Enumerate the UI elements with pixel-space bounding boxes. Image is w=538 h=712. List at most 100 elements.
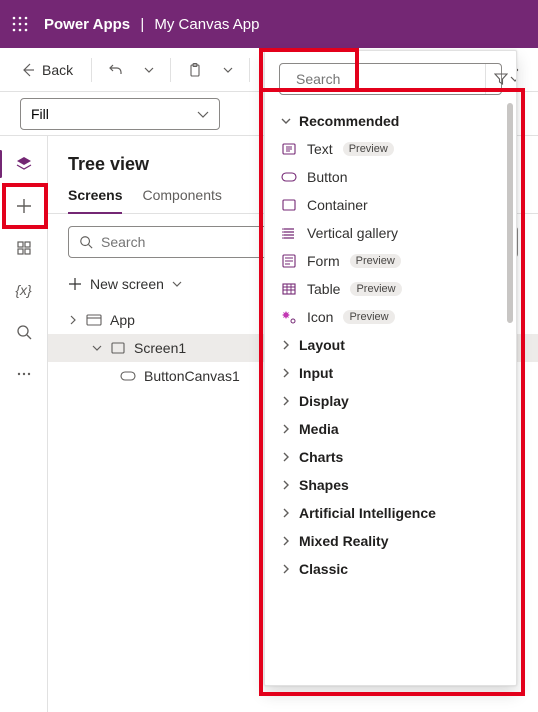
insert-search-input[interactable]	[296, 71, 477, 87]
insert-item-button[interactable]: Button	[265, 163, 516, 191]
form-icon	[281, 253, 297, 269]
category-label: Classic	[299, 561, 348, 577]
divider	[249, 58, 250, 82]
chevron-down-icon	[172, 279, 182, 289]
category-display[interactable]: Display	[265, 387, 516, 415]
category-ai[interactable]: Artificial Intelligence	[265, 499, 516, 527]
category-label: Mixed Reality	[299, 533, 388, 549]
insert-item-label: Vertical gallery	[307, 225, 398, 241]
category-charts[interactable]: Charts	[265, 443, 516, 471]
scrollbar[interactable]	[507, 103, 513, 323]
rail-variables[interactable]: {x}	[4, 270, 44, 310]
property-selector[interactable]: Fill	[20, 98, 220, 130]
chevron-right-icon	[281, 536, 291, 546]
button-icon	[120, 371, 136, 381]
category-label: Artificial Intelligence	[299, 505, 436, 521]
filter-icon	[494, 72, 508, 86]
insert-item-label: Icon	[307, 309, 333, 325]
back-button[interactable]: Back	[12, 56, 81, 84]
rail-search[interactable]	[4, 312, 44, 352]
header-title: Power Apps | My Canvas App	[44, 16, 259, 33]
chevron-right-icon	[281, 480, 291, 490]
insert-item-label: Container	[307, 197, 368, 213]
chevron-down-icon	[281, 116, 291, 126]
chevron-down-icon	[510, 74, 517, 84]
chevron-right-icon	[281, 564, 291, 574]
button-icon	[281, 169, 297, 185]
plus-icon	[68, 277, 82, 291]
search-icon	[16, 324, 32, 340]
insert-search[interactable]	[279, 63, 502, 95]
arrow-left-icon	[20, 62, 36, 78]
insert-item-label: Form	[307, 253, 340, 269]
category-input[interactable]: Input	[265, 359, 516, 387]
property-label: Fill	[31, 106, 49, 122]
tree-item-label: Screen1	[134, 340, 186, 356]
chevron-right-icon	[281, 368, 291, 378]
category-label: Media	[299, 421, 339, 437]
chevron-down-icon	[144, 65, 154, 75]
insert-item-vertical-gallery[interactable]: Vertical gallery	[265, 219, 516, 247]
undo-button[interactable]	[102, 56, 130, 84]
category-label: Input	[299, 365, 333, 381]
insert-item-table[interactable]: Table Preview	[265, 275, 516, 303]
icon-icon	[281, 309, 297, 325]
tree-item-label: ButtonCanvas1	[144, 368, 240, 384]
grid-icon	[16, 240, 32, 256]
insert-item-text[interactable]: Text Preview	[265, 135, 516, 163]
chevron-right-icon	[281, 396, 291, 406]
category-label: Shapes	[299, 477, 349, 493]
back-label: Back	[42, 62, 73, 78]
title-separator: |	[140, 16, 144, 33]
category-label: Display	[299, 393, 349, 409]
category-layout[interactable]: Layout	[265, 331, 516, 359]
divider	[91, 58, 92, 82]
chevron-right-icon	[281, 340, 291, 350]
insert-item-label: Text	[307, 141, 333, 157]
rail-data[interactable]	[4, 228, 44, 268]
chevron-right-icon	[68, 315, 78, 325]
tree-item-label: App	[110, 312, 135, 328]
preview-badge: Preview	[343, 310, 394, 324]
text-icon	[281, 141, 297, 157]
app-header: Power Apps | My Canvas App	[0, 0, 538, 48]
search-icon	[79, 235, 93, 249]
rail-more[interactable]	[4, 354, 44, 394]
rail-insert[interactable]	[4, 186, 44, 226]
section-recommended[interactable]: Recommended	[265, 107, 516, 135]
table-icon	[281, 281, 297, 297]
paste-split-button[interactable]	[217, 59, 239, 81]
insert-filter-button[interactable]	[485, 64, 517, 94]
insert-item-icon[interactable]: Icon Preview	[265, 303, 516, 331]
category-shapes[interactable]: Shapes	[265, 471, 516, 499]
insert-item-container[interactable]: Container	[265, 191, 516, 219]
app-name: My Canvas App	[154, 16, 259, 33]
insert-item-label: Button	[307, 169, 347, 185]
plus-icon	[16, 198, 32, 214]
tab-screens[interactable]: Screens	[68, 187, 122, 213]
category-mixed-reality[interactable]: Mixed Reality	[265, 527, 516, 555]
undo-split-button[interactable]	[138, 59, 160, 81]
category-media[interactable]: Media	[265, 415, 516, 443]
container-icon	[281, 197, 297, 213]
preview-badge: Preview	[350, 254, 401, 268]
left-rail: {x}	[0, 136, 48, 712]
divider	[170, 58, 171, 82]
chevron-right-icon	[281, 508, 291, 518]
insert-item-form[interactable]: Form Preview	[265, 247, 516, 275]
category-label: Layout	[299, 337, 345, 353]
category-classic[interactable]: Classic	[265, 555, 516, 583]
paste-button[interactable]	[181, 56, 209, 84]
app-launcher-icon[interactable]	[12, 16, 28, 32]
rail-tree-view[interactable]	[4, 144, 44, 184]
gallery-icon	[281, 225, 297, 241]
insert-item-label: Table	[307, 281, 340, 297]
tab-components[interactable]: Components	[142, 187, 221, 213]
chevron-right-icon	[281, 452, 291, 462]
undo-icon	[108, 62, 124, 78]
screen-icon	[110, 340, 126, 356]
clipboard-icon	[187, 62, 203, 78]
section-label: Recommended	[299, 113, 399, 129]
preview-badge: Preview	[350, 282, 401, 296]
insert-dropdown-panel: Recommended Text Preview Button Containe…	[264, 50, 517, 686]
